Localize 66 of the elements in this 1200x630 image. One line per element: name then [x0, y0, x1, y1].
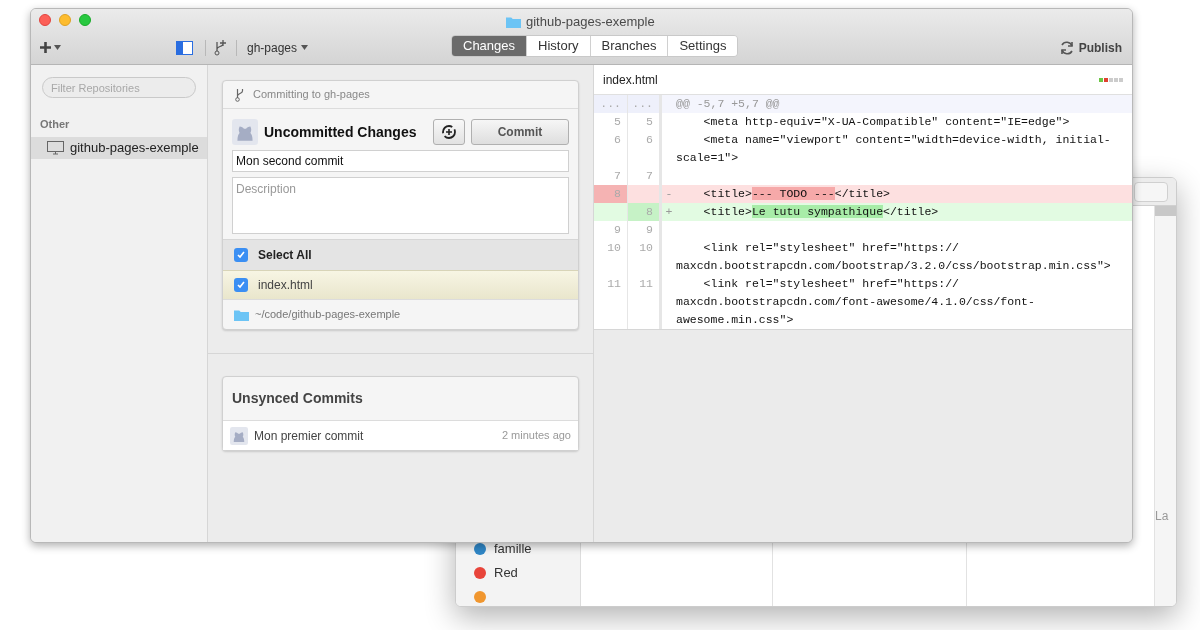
description-field[interactable]: Description — [232, 177, 569, 234]
tab[interactable]: Branches — [589, 36, 668, 56]
unsynced-title: Unsynced Commits — [232, 389, 363, 408]
filter-field[interactable]: Filter Repositories — [42, 77, 196, 98]
code-line: maxcdn.bootstrapcdn.com/bootstrap/3.2.0/css/bootstrap.min.css"> — [676, 258, 1112, 274]
column-text: La — [1155, 508, 1169, 525]
branch-icon — [235, 87, 245, 102]
checkbox[interactable] — [234, 278, 248, 292]
folder-icon — [506, 15, 521, 28]
line-number: 8 — [594, 185, 628, 203]
code-line: <link rel="stylesheet" href="https:// — [702, 276, 960, 292]
line-number: ... — [628, 95, 662, 113]
diff-sign: + — [665, 204, 673, 220]
tag-label[interactable]: famille — [494, 539, 532, 559]
caret-icon — [54, 45, 61, 50]
section-header: Other — [40, 117, 71, 132]
window-title: github-pages-exemple — [526, 13, 655, 31]
commit-message: Mon premier commit — [254, 427, 364, 445]
commit-row[interactable]: Mon premier commit 2 minutes ago — [223, 421, 578, 450]
code-line: <meta name="viewport" content="width=device-width, initial- — [702, 132, 1112, 148]
commit-button[interactable]: Commit — [471, 119, 569, 145]
tag-label[interactable]: Red — [494, 563, 518, 583]
repository-path: ~/code/github-pages-exemple — [255, 307, 401, 323]
diff-stat-icon — [1099, 77, 1123, 82]
checkbox[interactable] — [234, 248, 248, 262]
branch-dropdown[interactable]: gh-pages — [247, 38, 309, 57]
code-line: scale=1"> — [676, 150, 740, 166]
add-menu-button[interactable] — [39, 41, 61, 54]
diff-sign: - — [665, 186, 673, 202]
branch-icon[interactable] — [214, 39, 228, 56]
sidebar-toggle-icon[interactable] — [176, 40, 193, 55]
avatar-icon — [232, 119, 258, 145]
code-line: maxcdn.bootstrapcdn.com/font-awesome/4.1.0/css/font- — [676, 294, 1036, 310]
changes-title: Uncommitted Changes — [264, 122, 417, 142]
scrollbar-thumb[interactable] — [1155, 206, 1176, 216]
discard-button[interactable] — [433, 119, 465, 145]
search-field[interactable] — [1134, 181, 1168, 202]
commit-time: 2 minutes ago — [501, 428, 571, 444]
code-line: <link rel="stylesheet" href="https:// — [702, 240, 960, 256]
close-button[interactable] — [39, 14, 51, 26]
branch-label: Committing to gh-pages — [253, 87, 370, 103]
line-number: 8 — [628, 203, 662, 221]
tab[interactable]: Settings — [667, 36, 738, 56]
code-line: <meta http-equiv="X-UA-Compatible" content="IE=edge"> — [702, 114, 1071, 130]
line-number: ... — [594, 95, 628, 113]
monitor-icon — [47, 140, 64, 155]
file-row[interactable]: index.html — [223, 270, 578, 299]
undo-icon — [441, 124, 457, 140]
avatar-icon — [230, 426, 248, 445]
minimize-button[interactable] — [59, 14, 71, 26]
caret-icon — [301, 45, 309, 50]
file-name: index.html — [603, 71, 658, 89]
repository-item[interactable]: github-pages-exemple — [31, 136, 207, 159]
publish-button[interactable]: Publish — [1059, 38, 1122, 57]
code-line: <title>--- TODO ---</title> — [702, 186, 891, 202]
code-line: @@ -5,7 +5,7 @@ — [676, 96, 781, 112]
summary-field[interactable]: Mon second commit — [232, 150, 569, 172]
select-all-label: Select All — [258, 247, 312, 264]
folder-icon — [234, 308, 249, 321]
code-line: <title>Le tutu sympathique</title> — [702, 204, 940, 220]
code-line: awesome.min.css"> — [676, 312, 795, 328]
tab[interactable]: History — [526, 36, 590, 56]
plus-icon — [39, 41, 52, 54]
sync-icon — [1059, 40, 1074, 55]
zoom-button[interactable] — [79, 14, 91, 26]
tab[interactable]: Changes — [452, 36, 527, 56]
